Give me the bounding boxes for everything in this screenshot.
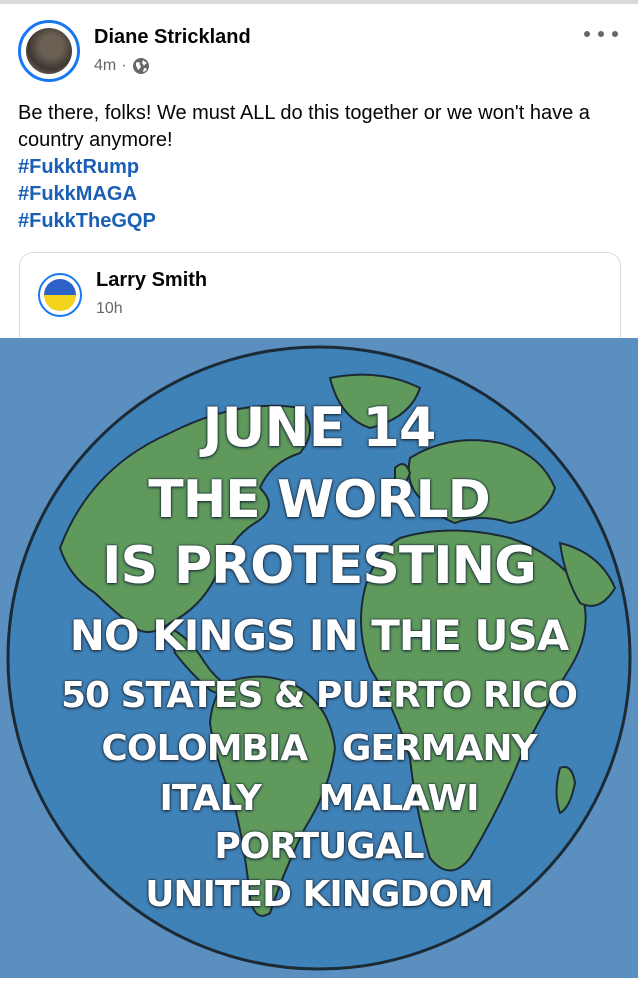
poster-line: 50 STATES & PUERTO RICO <box>60 675 578 716</box>
hashtag-link[interactable]: #FukktRump <box>18 154 618 181</box>
post-header: Diane Strickland 4m · <box>18 20 618 84</box>
hashtag-link[interactable]: #FukkMAGA <box>18 181 618 208</box>
post-body-text: Be there, folks! We must ALL do this tog… <box>18 102 590 151</box>
flag-top-stripe <box>44 279 76 295</box>
poster-line: NO KINGS IN THE USA <box>69 611 570 660</box>
shared-author-name[interactable]: Larry Smith <box>96 269 207 292</box>
poster-line: UNITED KINGDOM <box>145 874 494 915</box>
poster-line: JUNE 14 <box>202 396 437 459</box>
more-options-icon[interactable] <box>584 24 618 44</box>
author-name[interactable]: Diane Strickland <box>94 26 251 49</box>
shared-post-timestamp[interactable]: 10h <box>96 300 123 318</box>
top-divider <box>0 0 638 4</box>
globe-icon[interactable] <box>132 57 150 75</box>
flag-bottom-stripe <box>44 295 76 311</box>
shared-post-image[interactable]: JUNE 14 THE WORLD IS PROTESTING NO KINGS… <box>0 338 638 978</box>
post-meta: 4m · <box>94 57 150 75</box>
poster-line: COLOMBIA GERMANY <box>101 728 537 769</box>
poster-line: THE WORLD <box>148 470 491 530</box>
shared-author-avatar[interactable] <box>38 273 82 317</box>
hashtag-link[interactable]: #FukkTheGQP <box>18 208 618 235</box>
avatar-photo <box>26 28 72 74</box>
post-timestamp[interactable]: 4m <box>94 57 116 75</box>
poster-text: JUNE 14 THE WORLD IS PROTESTING NO KINGS… <box>0 338 638 978</box>
bottom-spacer <box>0 978 638 1000</box>
poster-line: PORTUGAL <box>214 826 424 867</box>
poster-line: ITALY MALAWI <box>159 778 479 819</box>
meta-separator: · <box>121 57 127 74</box>
poster-line: IS PROTESTING <box>102 536 537 596</box>
author-avatar[interactable] <box>18 20 80 82</box>
post-body: Be there, folks! We must ALL do this tog… <box>18 100 618 235</box>
